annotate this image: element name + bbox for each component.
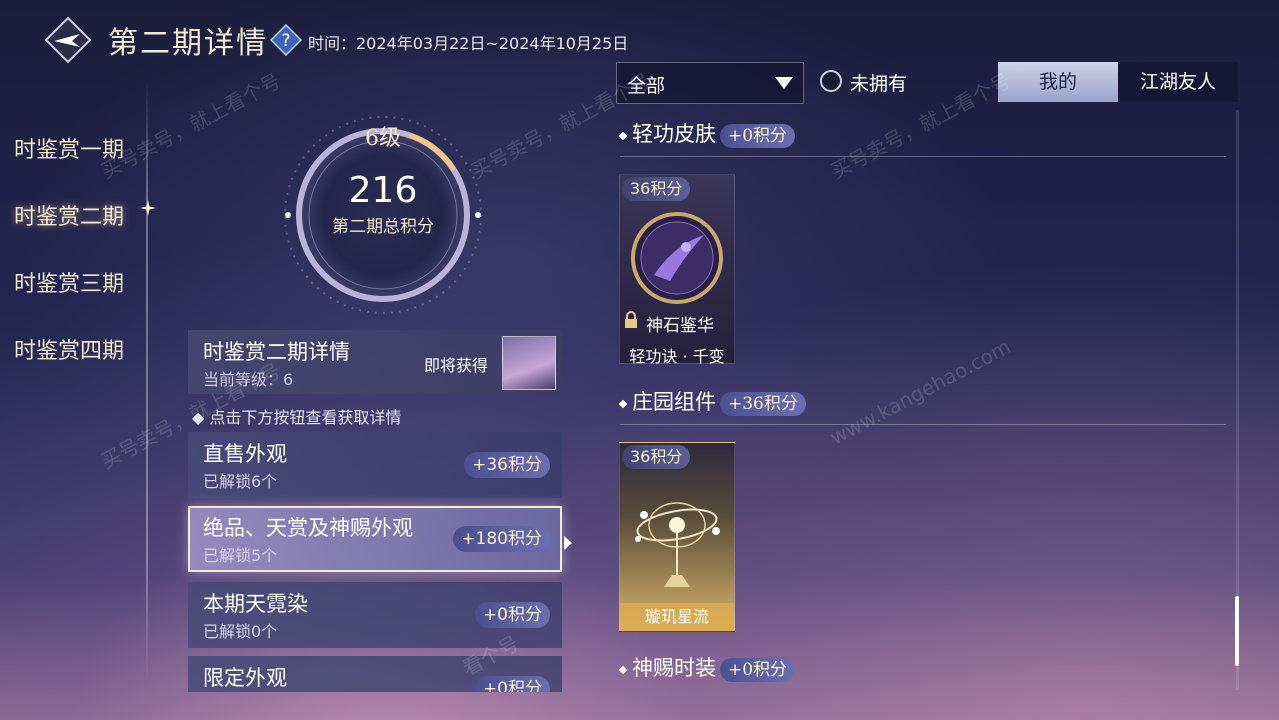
scrollbar-thumb[interactable]: [1235, 596, 1239, 666]
period-detail-card[interactable]: 时鉴赏二期详情 当前等级：6 即将获得: [188, 330, 562, 394]
section-title: 轻功皮肤: [632, 122, 716, 146]
category-title: 绝品、天赏及神赐外观: [203, 516, 413, 540]
category-unlocked: 已解锁5个: [203, 546, 278, 565]
active-star-icon: [140, 200, 156, 216]
back-arrow-icon: [44, 16, 92, 64]
section-header-manor: 庄园组件 +36积分: [618, 386, 806, 416]
watermark: 买号卖号，就上看个号: [95, 65, 285, 184]
current-level: 当前等级：6: [203, 370, 294, 389]
item-card-manor[interactable]: 36积分 璇玑星流: [619, 442, 735, 632]
category-points: +36积分: [464, 452, 550, 478]
qinggong-emblem-icon: [631, 212, 723, 304]
help-button[interactable]: ?: [269, 23, 303, 57]
page-title: 第二期详情: [108, 26, 268, 61]
watermark: www.kangehao.com: [826, 334, 1014, 449]
svg-text:?: ?: [281, 31, 290, 51]
not-owned-label[interactable]: 未拥有: [850, 69, 907, 96]
bullet-icon: [618, 665, 628, 674]
watermark-line: www.kangehao.com: [826, 334, 1015, 450]
not-owned-radio[interactable]: [820, 70, 842, 92]
section-title: 神赐时装: [632, 656, 716, 680]
nav-item-period-3[interactable]: 时鉴赏三期: [14, 266, 124, 298]
chevron-down-icon: [775, 77, 793, 89]
item-points: 36积分: [622, 177, 691, 201]
item-points: 36积分: [622, 445, 691, 469]
filter-dropdown[interactable]: 全部: [616, 62, 804, 104]
bullet-icon: [618, 131, 628, 140]
category-points: +180积分: [453, 526, 550, 552]
nav-divider: [146, 80, 148, 680]
period-range: 时间：2024年03月22日~2024年10月25日: [308, 34, 629, 53]
section-points: +0积分: [720, 657, 796, 682]
item-caption: 轻功诀 · 千变: [629, 347, 725, 366]
category-title: 限定外观: [203, 666, 287, 690]
section-header-qinggong: 轻功皮肤 +0积分: [618, 118, 796, 148]
section-divider: [620, 424, 1226, 425]
section-points: +0积分: [720, 123, 796, 148]
watermark-line: 买号卖号，就上看个号: [96, 68, 285, 184]
nav-item-period-2[interactable]: 时鉴赏二期: [14, 199, 124, 231]
category-unlocked: 已解锁0个: [203, 622, 278, 641]
section-points: +36积分: [720, 391, 806, 416]
question-mark-icon: ?: [269, 23, 303, 57]
hint-text: ◆ 点击下方按钮查看获取详情: [192, 408, 402, 427]
section-title: 庄园组件: [632, 390, 716, 414]
nav-item-period-1[interactable]: 时鉴赏一期: [14, 132, 124, 164]
back-button[interactable]: [44, 16, 92, 64]
item-caption: 璇玑星流: [620, 603, 734, 631]
item-card-qinggong[interactable]: 36积分 神石鉴华 轻功诀 · 千变: [619, 174, 735, 366]
upcoming-label: 即将获得: [424, 356, 489, 375]
category-title: 本期天霓染: [203, 592, 308, 616]
category-row-direct-sale[interactable]: 直售外观 已解锁6个 +36积分: [188, 432, 562, 498]
category-points: +0积分: [474, 676, 550, 692]
reward-thumbnail: [502, 336, 556, 390]
score-value: 216: [348, 170, 418, 211]
bullet-icon: [618, 399, 628, 408]
category-row-limited[interactable]: 限定外观 +0积分: [188, 656, 562, 692]
section-header-divine: 神赐时装 +0积分: [618, 652, 796, 682]
filter-value: 全部: [627, 75, 666, 97]
category-points: +0积分: [474, 602, 550, 628]
orrery-icon: [635, 502, 720, 587]
nav-item-period-4[interactable]: 时鉴赏四期: [14, 333, 124, 365]
item-badge: 神石鉴华: [646, 316, 714, 336]
score-label: 第二期总积分: [332, 217, 434, 237]
detail-title: 时鉴赏二期详情: [203, 340, 350, 364]
lock-icon: [625, 311, 637, 328]
score-level: 6级: [365, 126, 401, 151]
tab-mine[interactable]: 我的: [998, 62, 1118, 102]
category-unlocked: 已解锁6个: [203, 472, 278, 491]
tab-friends[interactable]: 江湖友人: [1118, 62, 1238, 102]
category-row-premium[interactable]: 绝品、天赏及神赐外观 已解锁5个 +180积分: [188, 506, 562, 572]
section-divider: [620, 156, 1226, 157]
hint-label: 点击下方按钮查看获取详情: [209, 408, 402, 427]
selection-arrow-icon: [564, 536, 572, 550]
category-title: 直售外观: [203, 442, 287, 466]
category-row-dye[interactable]: 本期天霓染 已解锁0个 +0积分: [188, 582, 562, 648]
